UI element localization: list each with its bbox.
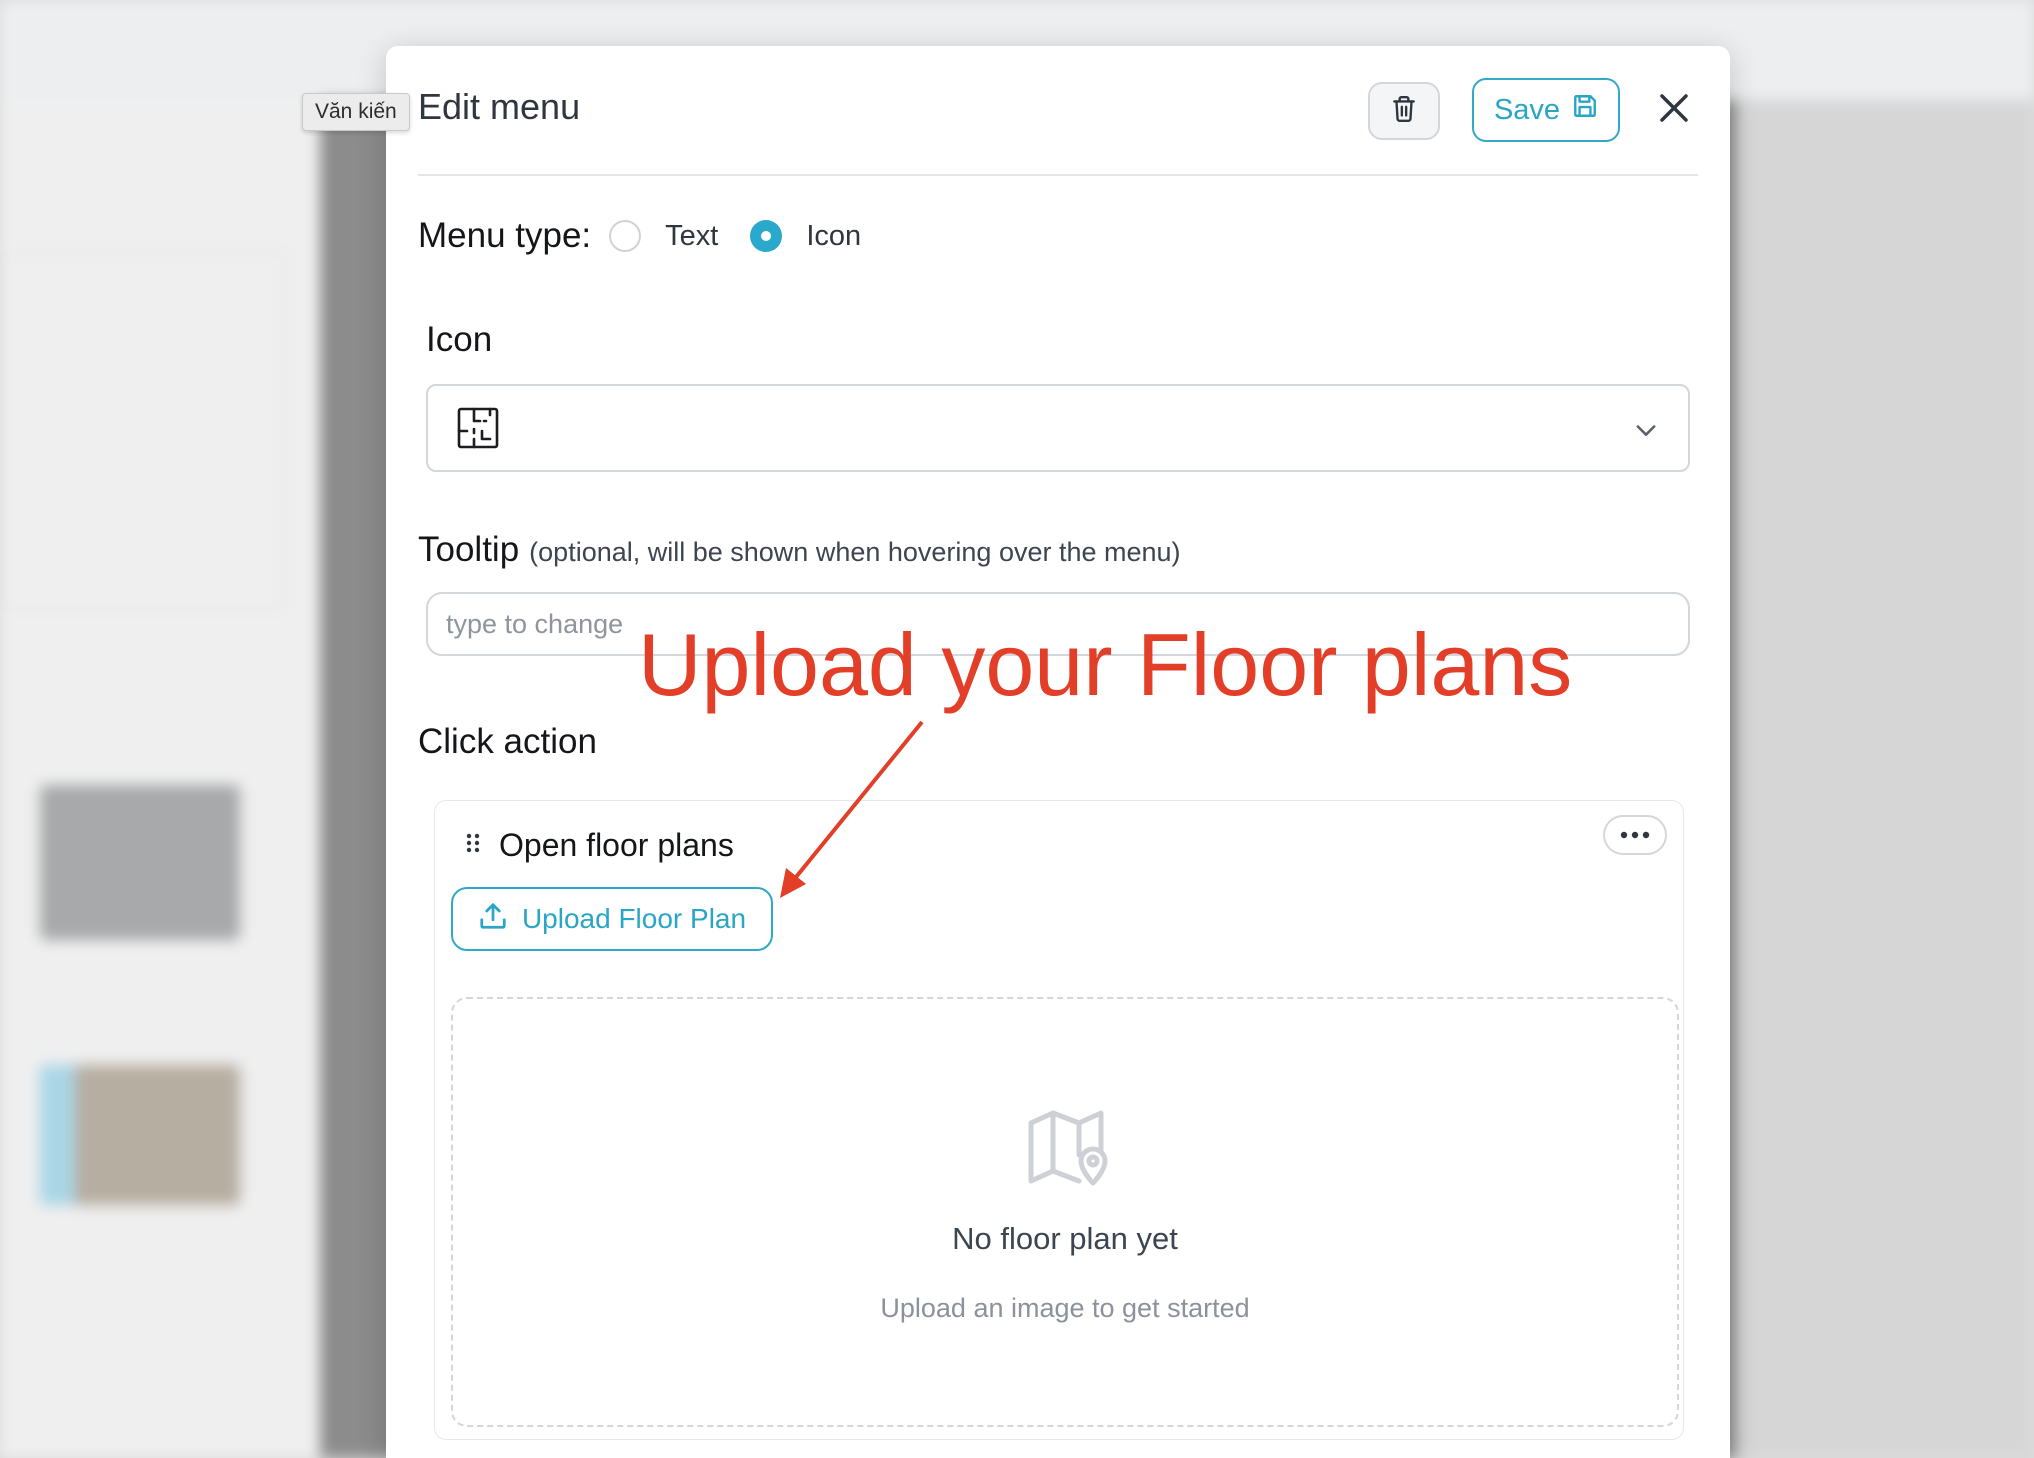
- save-button-label: Save: [1493, 93, 1561, 126]
- menu-type-label: Menu type:: [418, 216, 592, 255]
- edit-menu-modal: Edit menu Save Menu type: Text Icon Icon…: [386, 46, 1730, 1458]
- radio-text[interactable]: [609, 220, 642, 252]
- upload-icon: [478, 901, 508, 938]
- click-action-card: Open floor plans Upload Floor Plan No fl…: [434, 800, 1684, 1440]
- menu-type-row: Menu type: Text Icon: [418, 216, 893, 256]
- background-thumbnail: [40, 785, 240, 940]
- header-divider: [418, 174, 1698, 176]
- upload-floor-plan-button[interactable]: Upload Floor Plan: [451, 887, 773, 951]
- hover-tooltip: Văn kiến: [302, 93, 410, 131]
- radio-text-label[interactable]: Text: [665, 220, 718, 253]
- background-thumbnail-accent: [40, 1065, 75, 1205]
- empty-state-title: No floor plan yet: [952, 1221, 1178, 1256]
- upload-button-label: Upload Floor Plan: [521, 903, 747, 934]
- click-action-header: Open floor plans: [465, 827, 734, 864]
- icon-section-label: Icon: [426, 320, 493, 359]
- close-icon: [1658, 92, 1690, 129]
- background-card: [0, 250, 285, 610]
- radio-icon[interactable]: [750, 220, 783, 252]
- modal-title: Edit menu: [418, 86, 581, 127]
- more-icon: [1620, 826, 1650, 844]
- click-action-label: Click action: [418, 722, 597, 761]
- delete-button[interactable]: [1368, 82, 1440, 140]
- drag-handle-icon[interactable]: [465, 832, 481, 859]
- close-button[interactable]: [1654, 90, 1694, 130]
- tooltip-hint: (optional, will be shown when hovering o…: [529, 537, 1181, 567]
- trash-icon: [1391, 95, 1417, 128]
- map-pin-icon: [1027, 1109, 1113, 1194]
- icon-select[interactable]: [426, 384, 1690, 472]
- tooltip-label: Tooltip: [418, 530, 520, 569]
- more-options-button[interactable]: [1603, 815, 1667, 855]
- floor-plan-dropzone[interactable]: No floor plan yet Upload an image to get…: [451, 997, 1679, 1427]
- floppy-disk-icon: [1572, 93, 1598, 127]
- radio-icon-label[interactable]: Icon: [806, 220, 861, 253]
- floor-plan-icon: [456, 406, 500, 455]
- save-button[interactable]: Save: [1472, 78, 1620, 142]
- action-title: Open floor plans: [499, 827, 734, 863]
- empty-state-subtitle: Upload an image to get started: [880, 1293, 1250, 1323]
- annotation-text: Upload your Floor plans: [638, 615, 1573, 714]
- background-right-panel: [1735, 100, 2034, 1458]
- tooltip-section-label: Tooltip (optional, will be shown when ho…: [418, 530, 1181, 570]
- chevron-down-icon: [1632, 416, 1660, 449]
